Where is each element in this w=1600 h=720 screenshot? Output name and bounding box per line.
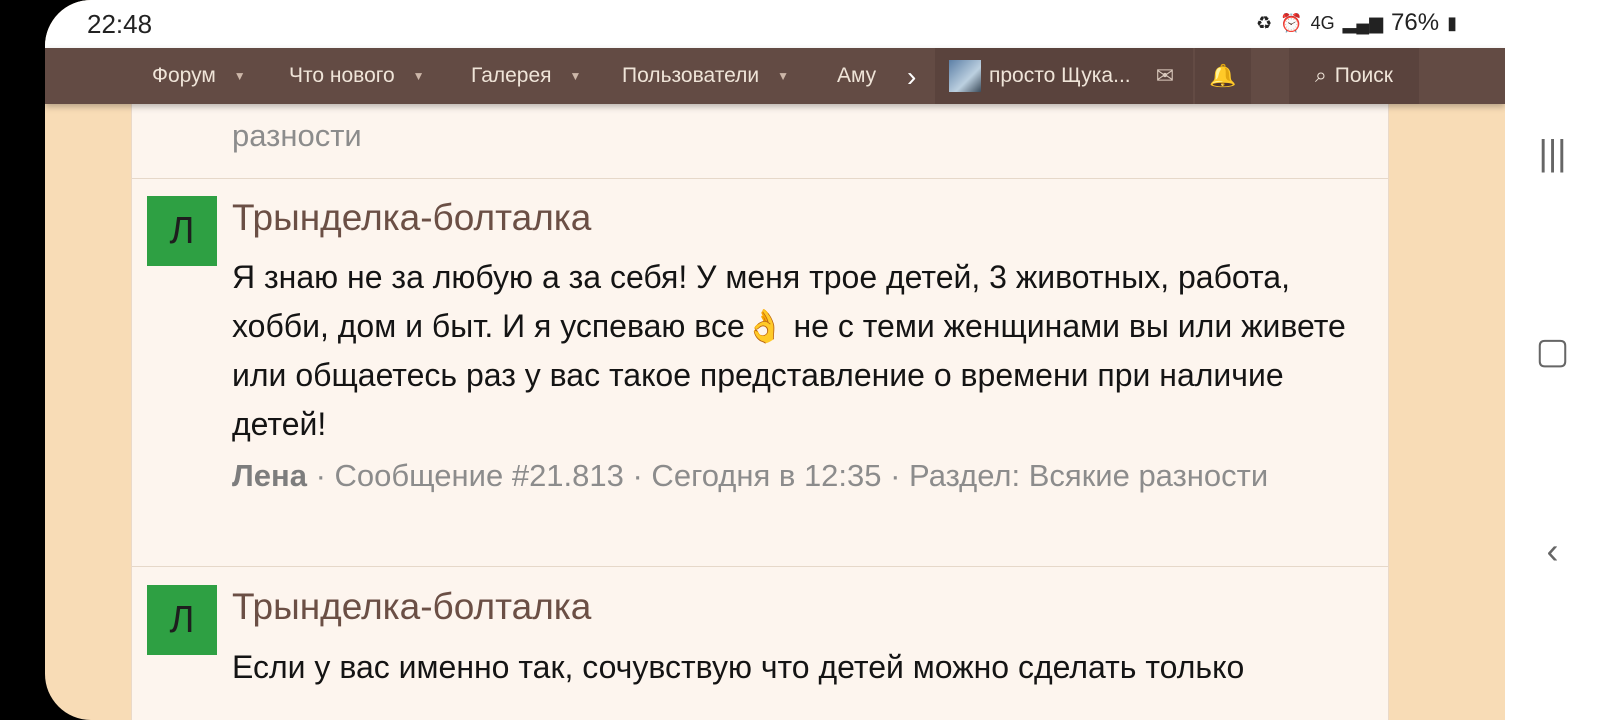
recycle-icon: ♻ <box>1256 12 1273 33</box>
alarm-icon: ⏰ <box>1280 12 1303 33</box>
post-snippet: Если у вас именно так, сочувствую что де… <box>232 649 1245 685</box>
search-label: Поиск <box>1334 64 1393 87</box>
mail-icon[interactable]: ✉ <box>1137 48 1193 104</box>
author-avatar[interactable]: Л <box>147 585 217 655</box>
result-item: Л Трынделка-болталка Я знаю не за любую … <box>132 178 1388 565</box>
thread-title-link[interactable]: Трынделка-болталка <box>232 197 591 239</box>
status-icons: ♻ ⏰ 4G ▂▄▆ 76% ▮ <box>1256 9 1457 37</box>
user-menu[interactable]: просто Щука... <box>935 48 1161 104</box>
scroll-right-icon[interactable]: › <box>907 61 916 93</box>
network-type: 4G <box>1310 12 1335 33</box>
nav-users[interactable]: Пользователи ▼ <box>622 48 789 104</box>
user-name: просто Щука... <box>989 64 1131 87</box>
nav-forum[interactable]: Форум ▼ <box>152 48 246 104</box>
nav-gallery-label: Галерея <box>471 64 552 87</box>
post-snippet: Я знаю не за любую а за себя! У меня тро… <box>232 259 1346 442</box>
post-meta: Лена · Сообщение #21.813 · Сегодня в 12:… <box>232 451 1352 501</box>
search-button[interactable]: ⌕ Поиск <box>1289 48 1419 104</box>
nav-whats-new[interactable]: Что нового ▼ <box>289 48 425 104</box>
nav-more-label: Аму <box>837 64 877 87</box>
home-icon[interactable]: ▢ <box>1505 330 1600 372</box>
author-link[interactable]: Лена <box>232 458 307 493</box>
thread-title-link[interactable]: Трынделка-болталка <box>232 586 591 628</box>
user-avatar <box>949 60 981 92</box>
system-nav-bar: ||| ▢ ‹ <box>1505 0 1600 720</box>
post-meta-text: · Сообщение #21.813 · Сегодня в 12:35 · … <box>306 458 1269 493</box>
chevron-down-icon[interactable]: ▼ <box>413 69 425 83</box>
author-avatar[interactable]: Л <box>147 196 217 266</box>
result-item: Л Трынделка-болталка Если у вас именно т… <box>132 566 1388 720</box>
phone-screen: 22:48 ♻ ⏰ 4G ▂▄▆ 76% ▮ Форум ▼ Что нового… <box>45 0 1505 720</box>
chevron-down-icon[interactable]: ▼ <box>234 69 246 83</box>
nav-whats-new-label: Что нового <box>289 64 395 87</box>
bell-icon[interactable]: 🔔 <box>1195 48 1251 104</box>
recent-apps-icon[interactable]: ||| <box>1505 132 1600 174</box>
battery-icon: ▮ <box>1447 12 1457 33</box>
status-time: 22:48 <box>87 9 153 39</box>
chevron-down-icon[interactable]: ▼ <box>570 69 582 83</box>
nav-gallery[interactable]: Галерея ▼ <box>471 48 581 104</box>
status-bar: 22:48 ♻ ⏰ 4G ▂▄▆ 76% ▮ <box>45 0 1505 48</box>
nav-users-label: Пользователи <box>622 64 760 87</box>
nav-more[interactable]: Аму <box>837 48 876 104</box>
forum-navbar: Форум ▼ Что нового ▼ Галерея ▼ Пользователи… <box>45 48 1505 104</box>
signal-icon: ▂▄▆ <box>1342 12 1384 33</box>
back-icon[interactable]: ‹ <box>1505 530 1600 572</box>
search-results: разности Л Трынделка-болталка Я знаю не … <box>131 48 1389 720</box>
post-meta-tail: разности <box>232 118 362 153</box>
search-icon: ⌕ <box>1315 64 1327 87</box>
chevron-down-icon[interactable]: ▼ <box>777 69 789 83</box>
nav-forum-label: Форум <box>152 64 216 87</box>
battery-percent: 76% <box>1391 9 1440 36</box>
